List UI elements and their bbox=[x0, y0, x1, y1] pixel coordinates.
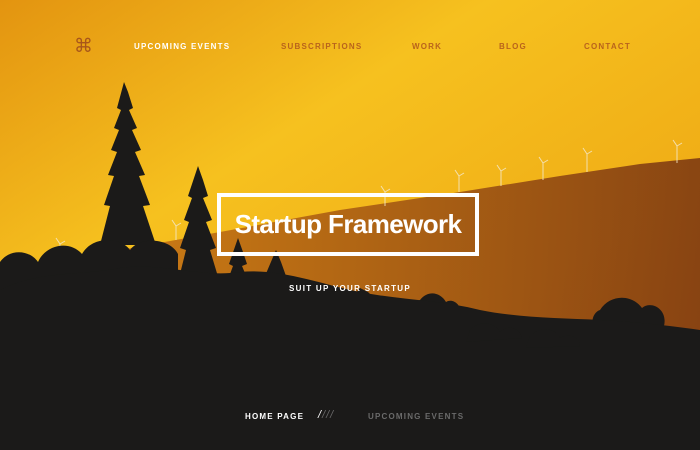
page-pagination-nav: HOME PAGE //// UPCOMING EVENTS bbox=[0, 409, 700, 425]
slash-rest: /// bbox=[322, 409, 335, 421]
nav-subscriptions[interactable]: SUBSCRIPTIONS bbox=[281, 42, 362, 51]
hero-title: Startup Framework bbox=[234, 209, 462, 239]
nav-contact[interactable]: CONTACT bbox=[584, 42, 631, 51]
nav-work[interactable]: WORK bbox=[412, 42, 442, 51]
slash-separator: //// bbox=[318, 409, 334, 421]
nav-blog[interactable]: BLOG bbox=[499, 42, 527, 51]
main-navigation: UPCOMING EVENTS SUBSCRIPTIONS WORK BLOG … bbox=[0, 42, 700, 54]
nav-upcoming-events[interactable]: UPCOMING EVENTS bbox=[134, 42, 230, 51]
home-page-link[interactable]: HOME PAGE bbox=[245, 412, 304, 421]
hero-subtitle: SUIT UP YOUR STARTUP bbox=[288, 284, 411, 293]
hero-title-box: Startup Framework bbox=[217, 193, 479, 256]
upcoming-events-link[interactable]: UPCOMING EVENTS bbox=[368, 412, 464, 421]
